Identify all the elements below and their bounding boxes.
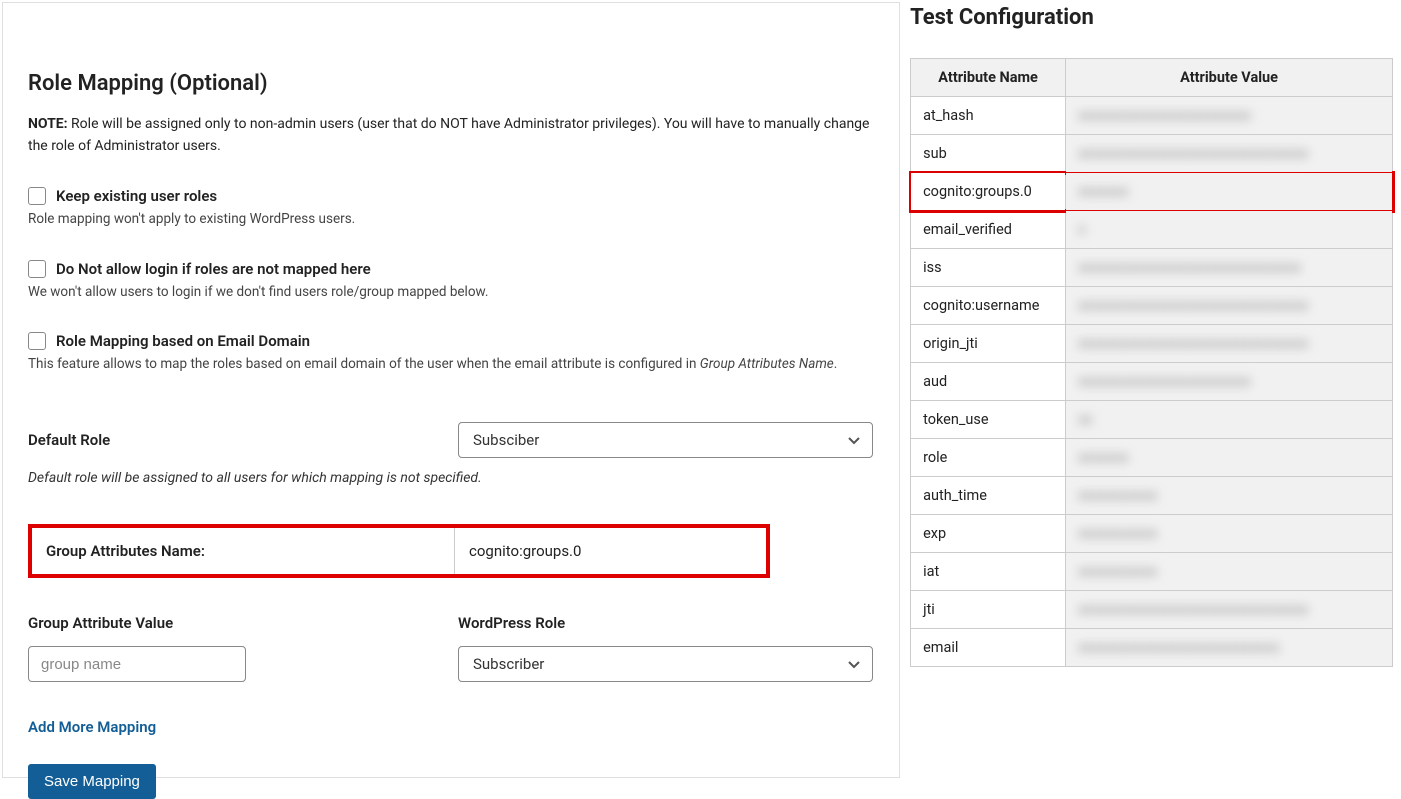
save-mapping-button[interactable]: Save Mapping xyxy=(28,764,156,799)
role-mapping-panel: Role Mapping (Optional) NOTE: Role will … xyxy=(2,2,900,778)
option-label: Role Mapping based on Email Domain xyxy=(56,332,310,350)
attr-name-cell: auth_time xyxy=(911,477,1066,515)
table-row: cognito:groups.0xxxxxxx xyxy=(911,173,1393,211)
select-value: Subscriber xyxy=(473,655,544,673)
checkbox-no-login[interactable] xyxy=(28,260,46,278)
gav-label: Group Attribute Value xyxy=(28,614,458,632)
table-row: token_usexx xyxy=(911,401,1393,439)
attr-name-cell: iat xyxy=(911,553,1066,591)
attr-name-cell: token_use xyxy=(911,401,1066,439)
option-label: Do Not allow login if roles are not mapp… xyxy=(56,260,371,278)
table-row: origin_jtixxxxxxxxxxxxxxxxxxxxxxxxxxxxxx… xyxy=(911,325,1393,363)
attr-value-cell: xxxxxxxxxxxxxxxxxxxxxxxx xyxy=(1066,97,1393,135)
attr-name-cell: role xyxy=(911,439,1066,477)
checkbox-keep-existing[interactable] xyxy=(28,187,46,205)
select-value: Subsciber xyxy=(473,431,539,449)
default-role-label: Default Role xyxy=(28,431,458,449)
option-desc: Role mapping won't apply to existing Wor… xyxy=(28,209,874,229)
attr-name-cell: email xyxy=(911,629,1066,667)
attr-name-cell: exp xyxy=(911,515,1066,553)
attr-value-cell: xx xyxy=(1066,401,1393,439)
attr-value-cell: xxxxxxx xyxy=(1066,173,1393,211)
attr-value-cell: xxxxxxxxxxxxxxxxxxxxxxxxxxxxxxxx xyxy=(1066,287,1393,325)
table-row: auth_timexxxxxxxxxxx xyxy=(911,477,1393,515)
attr-value-cell: xxxxxxxxxxxxxxxxxxxxxxxxxxxxxxxx xyxy=(1066,325,1393,363)
table-row: jtixxxxxxxxxxxxxxxxxxxxxxxxxxxxxxxx xyxy=(911,591,1393,629)
default-role-helper: Default role will be assigned to all use… xyxy=(28,470,874,486)
table-row: subxxxxxxxxxxxxxxxxxxxxxxxxxxxxxxxx xyxy=(911,135,1393,173)
table-row: at_hashxxxxxxxxxxxxxxxxxxxxxxxx xyxy=(911,97,1393,135)
option-desc: We won't allow users to login if we don'… xyxy=(28,282,874,302)
attr-value-cell: xxxxxxxxxxxxxxxxxxxxxxxxxxxxxxxx xyxy=(1066,591,1393,629)
option-desc: This feature allows to map the roles bas… xyxy=(28,354,874,374)
attr-name-cell: cognito:username xyxy=(911,287,1066,325)
table-row: audxxxxxxxxxxxxxxxxxxxxxxxx xyxy=(911,363,1393,401)
table-row: email_verifiedx xyxy=(911,211,1393,249)
table-row: iatxxxxxxxxxxx xyxy=(911,553,1393,591)
gan-label: Group Attributes Name: xyxy=(32,528,454,574)
test-config-title: Test Configuration xyxy=(910,5,1393,30)
wp-role-select[interactable]: Subscriber xyxy=(458,646,873,682)
option-label: Keep existing user roles xyxy=(56,187,217,205)
attr-value-cell: xxxxxxxxxxxxxxxxxxxxxxxx xyxy=(1066,363,1393,401)
gav-input[interactable] xyxy=(28,646,246,682)
attr-name-cell: cognito:groups.0 xyxy=(911,173,1066,211)
add-more-mapping-link[interactable]: Add More Mapping xyxy=(28,718,156,736)
attr-value-cell: x xyxy=(1066,211,1393,249)
default-role-select[interactable]: Subsciber xyxy=(458,422,873,458)
attribute-table: Attribute Name Attribute Value at_hashxx… xyxy=(910,58,1393,667)
table-row: emailxxxxxxxxxxxxxxxxxxxxxxxxxxxx xyxy=(911,629,1393,667)
th-attr-name: Attribute Name xyxy=(911,59,1066,97)
option-no-login: Do Not allow login if roles are not mapp… xyxy=(28,260,874,278)
option-email-domain: Role Mapping based on Email Domain xyxy=(28,332,874,350)
attr-name-cell: origin_jti xyxy=(911,325,1066,363)
mapping-row: Group Attribute Value WordPress Role Sub… xyxy=(28,614,874,682)
th-attr-value: Attribute Value xyxy=(1066,59,1393,97)
note-text: NOTE: Role will be assigned only to non-… xyxy=(28,114,874,157)
wp-role-label: WordPress Role xyxy=(458,614,874,632)
attr-name-cell: iss xyxy=(911,249,1066,287)
table-row: expxxxxxxxxxxx xyxy=(911,515,1393,553)
section-title: Role Mapping (Optional) xyxy=(28,71,874,96)
attr-value-cell: xxxxxxxxxxx xyxy=(1066,477,1393,515)
attr-value-cell: xxxxxxxxxxxxxxxxxxxxxxxxxxxxxxx xyxy=(1066,249,1393,287)
attr-name-cell: at_hash xyxy=(911,97,1066,135)
option-keep-existing: Keep existing user roles xyxy=(28,187,874,205)
attr-name-cell: sub xyxy=(911,135,1066,173)
note-label: NOTE: xyxy=(28,116,68,132)
attr-value-cell: xxxxxxxxxxx xyxy=(1066,515,1393,553)
table-row: rolexxxxxxx xyxy=(911,439,1393,477)
chevron-down-icon xyxy=(846,656,862,672)
attr-value-cell: xxxxxxxxxxx xyxy=(1066,553,1393,591)
attr-name-cell: email_verified xyxy=(911,211,1066,249)
default-role-row: Default Role Subsciber xyxy=(28,422,874,458)
attr-name-cell: aud xyxy=(911,363,1066,401)
attr-value-cell: xxxxxxxxxxxxxxxxxxxxxxxxxxxx xyxy=(1066,629,1393,667)
gan-value[interactable]: cognito:groups.0 xyxy=(454,528,766,574)
group-attributes-name-row: Group Attributes Name: cognito:groups.0 xyxy=(28,524,770,578)
attr-value-cell: xxxxxxx xyxy=(1066,439,1393,477)
checkbox-email-domain[interactable] xyxy=(28,332,46,350)
chevron-down-icon xyxy=(846,432,862,448)
table-row: issxxxxxxxxxxxxxxxxxxxxxxxxxxxxxxx xyxy=(911,249,1393,287)
attr-value-cell: xxxxxxxxxxxxxxxxxxxxxxxxxxxxxxxx xyxy=(1066,135,1393,173)
test-config-panel: Test Configuration Attribute Name Attrib… xyxy=(902,0,1401,780)
table-row: cognito:usernamexxxxxxxxxxxxxxxxxxxxxxxx… xyxy=(911,287,1393,325)
attr-name-cell: jti xyxy=(911,591,1066,629)
